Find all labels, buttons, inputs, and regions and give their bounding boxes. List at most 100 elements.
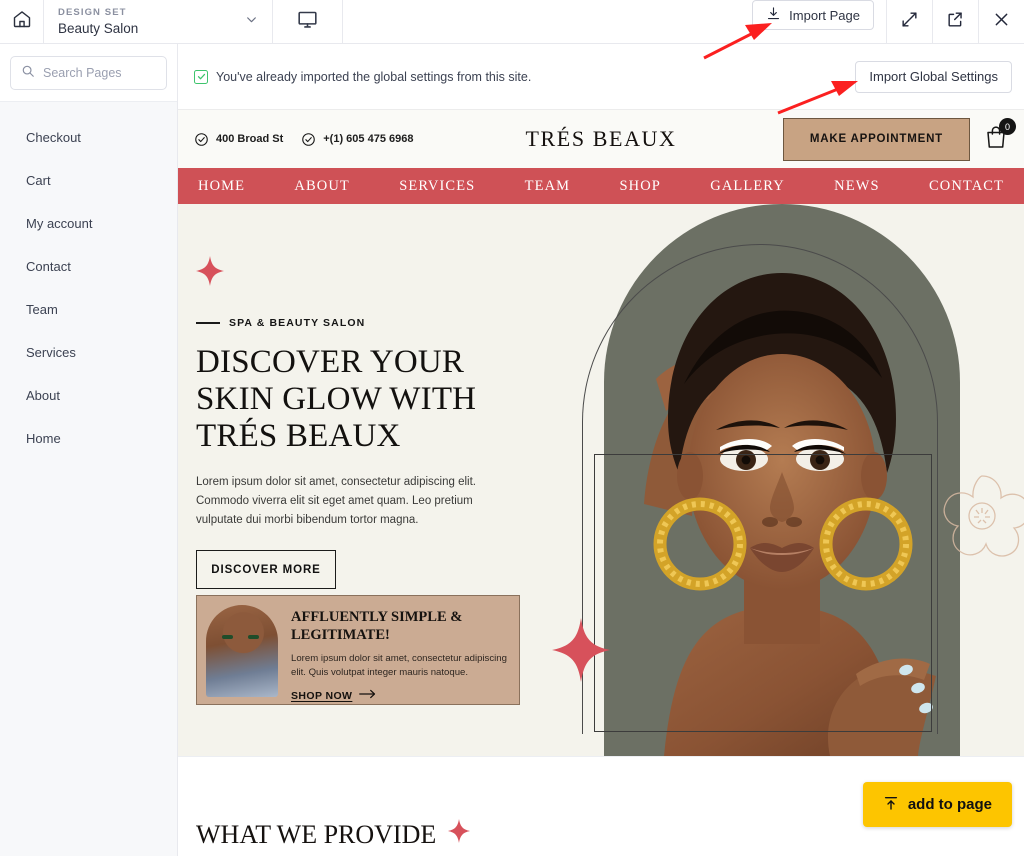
flower-line-art-icon: [922, 454, 1024, 579]
top-toolbar: DESIGN SET Beauty Salon Import Page: [0, 0, 1024, 44]
hero-heading-line-3: TRÉS BEAUX: [196, 418, 401, 454]
toolbar-actions: Import Page: [752, 0, 1024, 43]
hero-paragraph: Lorem ipsum dolor sit amet, consectetur …: [196, 476, 476, 526]
sparkle-star-icon: [196, 256, 526, 291]
notice-text: You've already imported the global setti…: [216, 69, 532, 84]
checkbox-checked-icon: [194, 69, 208, 84]
hero-artwork: [542, 204, 1024, 756]
hero-eyebrow-label: SPA & BEAUTY SALON: [229, 317, 366, 329]
sidebar-item-about[interactable]: About: [0, 374, 177, 417]
home-icon: [12, 9, 32, 34]
sidebar-item-label: Contact: [26, 259, 71, 274]
sidebar-item-label: My account: [26, 216, 93, 231]
nav-item-about[interactable]: ABOUT: [294, 178, 349, 195]
chevron-down-icon[interactable]: [245, 13, 258, 31]
site-header: 400 Broad St +(1) 605 475 6968 TRÉS BEAU…: [178, 110, 1024, 168]
shopping-bag-icon: [984, 126, 1008, 155]
sidebar-item-team[interactable]: Team: [0, 288, 177, 331]
nav-item-gallery[interactable]: GALLERY: [710, 178, 785, 195]
import-global-settings-button[interactable]: Import Global Settings: [855, 60, 1012, 93]
sidebar-item-services[interactable]: Services: [0, 331, 177, 374]
search-input[interactable]: [43, 66, 156, 80]
promo-thumbnail: [206, 605, 278, 697]
import-page-button[interactable]: Import Page: [752, 0, 874, 30]
home-button[interactable]: [0, 0, 44, 43]
site-contact-group: 400 Broad St +(1) 605 475 6968: [194, 132, 413, 147]
expand-arrows-icon: [900, 10, 919, 34]
sidebar-item-label: Team: [26, 302, 58, 317]
make-appointment-button[interactable]: MAKE APPOINTMENT: [782, 117, 970, 161]
nav-item-home[interactable]: HOME: [198, 178, 245, 195]
fullscreen-button[interactable]: [886, 0, 932, 43]
app-root: DESIGN SET Beauty Salon Import Page Sear…: [0, 0, 1024, 856]
hero-heading-line-2: SKIN GLOW WITH: [196, 381, 477, 417]
global-settings-notice: You've already imported the global setti…: [178, 44, 1024, 110]
promo-text: AFFLUENTLY SIMPLE & LEGITIMATE! Lorem ip…: [291, 605, 510, 702]
hero-section: SPA & BEAUTY SALON DISCOVER YOUR SKIN GL…: [178, 204, 1024, 756]
promo-eye-right: [248, 635, 259, 639]
upload-arrow-icon: [883, 795, 899, 815]
sidebar-item-contact[interactable]: Contact: [0, 245, 177, 288]
import-page-label: Import Page: [789, 7, 860, 23]
check-circle-icon: [301, 132, 316, 147]
pages-list: Checkout Cart My account Contact Team Se…: [0, 102, 177, 460]
nav-item-contact[interactable]: CONTACT: [929, 178, 1004, 195]
share-button[interactable]: [932, 0, 978, 43]
hero-content: SPA & BEAUTY SALON DISCOVER YOUR SKIN GL…: [196, 256, 526, 589]
sidebar-item-home[interactable]: Home: [0, 417, 177, 460]
sparkle-star-icon: [448, 819, 471, 850]
close-icon: [992, 10, 1011, 34]
share-icon: [946, 10, 965, 34]
cart-count-badge: 0: [999, 118, 1016, 135]
sidebar-item-label: Home: [26, 431, 61, 446]
promo-card[interactable]: AFFLUENTLY SIMPLE & LEGITIMATE! Lorem ip…: [196, 595, 520, 705]
promo-heading: AFFLUENTLY SIMPLE & LEGITIMATE!: [291, 609, 463, 643]
section-heading-row: WHAT WE PROVIDE: [196, 819, 471, 850]
site-address: 400 Broad St: [194, 132, 283, 147]
design-set-label: DESIGN SET: [58, 7, 127, 18]
shop-now-link[interactable]: SHOP NOW: [291, 689, 510, 702]
desktop-monitor-icon: [297, 9, 318, 35]
site-navigation: HOME ABOUT SERVICES TEAM SHOP GALLERY NE…: [178, 168, 1024, 204]
add-to-page-button[interactable]: add to page: [862, 782, 1012, 827]
sidebar-item-label: About: [26, 388, 60, 403]
site-header-actions: MAKE APPOINTMENT 0: [782, 117, 1016, 161]
nav-item-shop[interactable]: SHOP: [619, 178, 660, 195]
device-desktop-button[interactable]: [273, 0, 343, 43]
eyebrow-dash: [196, 322, 220, 324]
hero-eyebrow: SPA & BEAUTY SALON: [196, 317, 526, 329]
notice-message: You've already imported the global setti…: [194, 69, 532, 84]
site-phone: +(1) 605 475 6968: [301, 132, 413, 147]
nav-item-news[interactable]: NEWS: [834, 178, 879, 195]
sidebar-item-my-account[interactable]: My account: [0, 202, 177, 245]
sidebar-item-cart[interactable]: Cart: [0, 159, 177, 202]
search-box[interactable]: [10, 56, 167, 90]
design-set-selector[interactable]: DESIGN SET Beauty Salon: [44, 0, 273, 43]
cart-button[interactable]: 0: [984, 118, 1016, 155]
discover-more-button[interactable]: DISCOVER MORE: [196, 550, 336, 589]
what-we-provide-heading: WHAT WE PROVIDE: [196, 819, 437, 849]
sidebar-item-label: Checkout: [26, 130, 81, 145]
hero-heading-line-1: DISCOVER YOUR: [196, 344, 465, 380]
design-set-value: Beauty Salon: [58, 21, 139, 36]
nav-item-team[interactable]: TEAM: [525, 178, 570, 195]
site-preview-canvas: 400 Broad St +(1) 605 475 6968 TRÉS BEAU…: [178, 110, 1024, 856]
arrow-right-icon: [359, 689, 376, 702]
rectangle-outline-decoration: [594, 454, 932, 732]
search-container: [0, 44, 177, 102]
shop-now-label: SHOP NOW: [291, 689, 353, 702]
promo-paragraph: Lorem ipsum dolor sit amet, consectetur …: [291, 653, 507, 678]
close-button[interactable]: [978, 0, 1024, 43]
hero-heading: DISCOVER YOUR SKIN GLOW WITH TRÉS BEAUX: [196, 344, 526, 455]
nav-item-services[interactable]: SERVICES: [399, 178, 475, 195]
search-icon: [21, 64, 35, 83]
sidebar-item-checkout[interactable]: Checkout: [0, 116, 177, 159]
sparkle-star-large-icon: [552, 618, 610, 687]
site-address-label: 400 Broad St: [216, 133, 284, 145]
pages-sidebar: Checkout Cart My account Contact Team Se…: [0, 44, 178, 856]
download-icon: [766, 6, 781, 24]
add-to-page-label: add to page: [907, 796, 992, 813]
promo-eye-left: [222, 635, 233, 639]
site-phone-label: +(1) 605 475 6968: [323, 133, 414, 145]
